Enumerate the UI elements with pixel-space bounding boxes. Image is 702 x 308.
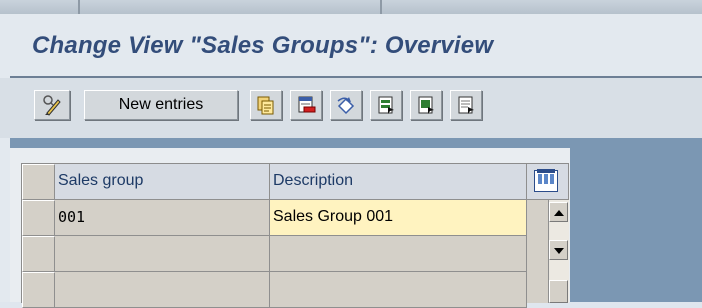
undo-change-icon	[335, 95, 357, 115]
scroll-down-button[interactable]	[549, 240, 568, 260]
row-selector[interactable]	[22, 200, 55, 236]
arrow-down-icon	[553, 241, 564, 259]
description-cell[interactable]	[270, 236, 527, 272]
deselect-all-icon	[456, 95, 476, 115]
delete-button[interactable]	[290, 90, 322, 120]
top-bar-divider	[380, 0, 382, 14]
sales-group-cell[interactable]	[55, 236, 270, 272]
undo-change-button[interactable]	[330, 90, 362, 120]
copy-as-button[interactable]	[250, 90, 282, 120]
row-selector[interactable]	[22, 236, 55, 272]
top-bar-divider	[78, 0, 80, 14]
arrow-up-icon	[553, 203, 564, 221]
column-header-description[interactable]: Description	[270, 164, 527, 200]
copy-as-icon	[256, 95, 276, 115]
scroll-thumb[interactable]	[549, 280, 568, 303]
work-area-margin	[0, 138, 10, 302]
select-all-button[interactable]	[370, 90, 402, 120]
sales-group-cell[interactable]: 001	[55, 200, 270, 236]
select-all-rows-button[interactable]	[22, 164, 55, 200]
application-toolbar: New entries	[0, 78, 702, 138]
table-control: Sales group Description 001 Sales Group …	[21, 163, 569, 308]
table-settings-cell	[527, 164, 569, 200]
delete-icon	[296, 95, 316, 115]
table-settings-button[interactable]	[534, 169, 558, 192]
select-block-button[interactable]	[410, 90, 442, 120]
column-header-sales-group[interactable]: Sales group	[55, 164, 270, 200]
select-all-icon	[376, 95, 396, 115]
scroll-up-button[interactable]	[549, 202, 568, 222]
window-top-bar	[0, 0, 702, 14]
row-selector[interactable]	[22, 272, 55, 308]
column-config-icon	[537, 164, 555, 198]
select-block-icon	[416, 95, 436, 115]
new-entries-button[interactable]: New entries	[84, 90, 238, 120]
vertical-scrollbar[interactable]	[548, 200, 569, 303]
new-entries-label: New entries	[118, 96, 204, 113]
description-cell[interactable]: Sales Group 001	[270, 200, 527, 236]
title-area: Change View "Sales Groups": Overview	[0, 14, 702, 78]
page-title: Change View "Sales Groups": Overview	[32, 32, 494, 59]
description-cell[interactable]	[270, 272, 527, 308]
deselect-all-button[interactable]	[450, 90, 482, 120]
sales-group-cell[interactable]	[55, 272, 270, 308]
display-change-button[interactable]	[34, 90, 70, 120]
display-change-icon	[41, 94, 63, 116]
